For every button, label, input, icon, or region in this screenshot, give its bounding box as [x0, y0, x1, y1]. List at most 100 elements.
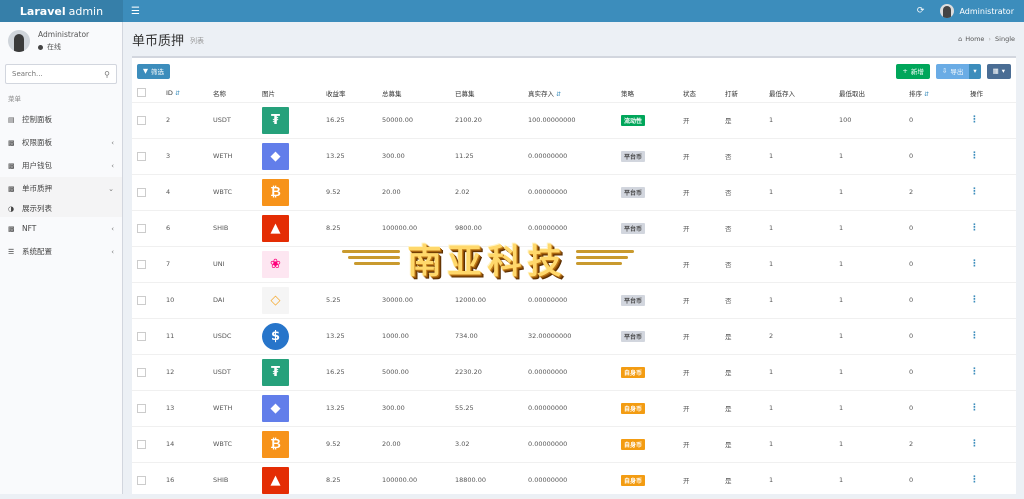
more-actions-icon[interactable]: ⋮	[970, 151, 979, 161]
cell-name: USDT	[213, 116, 231, 124]
row-checkbox[interactable]	[137, 151, 146, 161]
cell-real: 100.00000000	[528, 116, 576, 124]
eth-coin-icon[interactable]: ◆	[262, 142, 289, 170]
more-actions-icon[interactable]: ⋮	[970, 115, 979, 125]
tether-coin-icon[interactable]: ₮	[262, 358, 289, 386]
top-user-name[interactable]: Administrator	[959, 7, 1014, 16]
cell-raised: 11.25	[455, 152, 474, 160]
sidebar-item-dashboard[interactable]: ▤ 控制面板	[0, 108, 122, 131]
more-actions-icon[interactable]: ⋮	[970, 439, 979, 449]
refresh-icon[interactable]: ⟳	[917, 6, 925, 16]
strategy-badge: 自身币	[621, 366, 646, 378]
more-actions-icon[interactable]: ⋮	[970, 403, 979, 413]
cell-total: 30000.00	[382, 296, 414, 304]
cell-total: 20.00	[382, 440, 401, 448]
col-header-sort[interactable]: 排序 ⇵	[909, 84, 970, 103]
cell-min-in: 1	[769, 188, 774, 196]
uni-coin-icon[interactable]: ❀	[262, 250, 289, 278]
col-header-rate: 收益率	[326, 84, 382, 103]
usdc-coin-icon[interactable]: $	[262, 322, 289, 350]
more-actions-icon[interactable]: ⋮	[970, 331, 979, 341]
export-label: 导出	[950, 68, 964, 76]
row-checkbox[interactable]	[137, 259, 146, 269]
sidebar-item-nft[interactable]: ▩ NFT ‹	[0, 217, 122, 240]
col-header-status: 状态	[683, 84, 725, 103]
shib-coin-icon[interactable]: ▲	[262, 214, 289, 242]
sidebar-item-staking[interactable]: ▩ 单币质押 ⌄	[0, 177, 122, 200]
export-dropdown-button[interactable]: ▾	[969, 63, 981, 79]
top-avatar[interactable]	[940, 4, 955, 18]
more-actions-icon[interactable]: ⋮	[970, 475, 979, 485]
cell-id: 10	[166, 296, 175, 304]
cell-rate: 13.25	[326, 152, 345, 160]
cell-min-out: 1	[839, 224, 844, 232]
download-icon: ⇩	[941, 67, 948, 75]
cell-name: WETH	[213, 404, 233, 412]
sidebar-item-permissions[interactable]: ▩ 权限面板 ‹	[0, 131, 122, 154]
cell-status: 开	[683, 225, 690, 233]
select-all-checkbox[interactable]	[137, 88, 146, 98]
cell-sort: 0	[909, 260, 914, 268]
more-actions-icon[interactable]: ⋮	[970, 187, 979, 197]
search-input[interactable]	[12, 70, 92, 78]
cell-id: 4	[166, 188, 171, 196]
eth-coin-icon[interactable]: ◆	[262, 394, 289, 422]
more-actions-icon[interactable]: ⋮	[970, 223, 979, 233]
home-icon: ⌂	[958, 35, 963, 43]
btc-coin-icon[interactable]: ₿	[262, 178, 289, 206]
cell-rate: 9.52	[326, 188, 341, 196]
cell-id: 11	[166, 332, 175, 340]
search-icon[interactable]: ⚲	[104, 70, 110, 79]
cell-sort: 2	[909, 440, 914, 448]
row-checkbox[interactable]	[137, 367, 146, 377]
cell-min-in: 1	[769, 404, 774, 412]
filter-button[interactable]: ▼ 筛选	[137, 63, 170, 79]
breadcrumb-current: Single	[995, 35, 1015, 43]
cell-name: WBTC	[213, 188, 233, 196]
shib-coin-icon[interactable]: ▲	[262, 466, 289, 494]
row-checkbox[interactable]	[137, 115, 146, 125]
row-checkbox[interactable]	[137, 439, 146, 449]
col-header-id[interactable]: ID ⇵	[166, 84, 213, 103]
brand-bold: Laravel	[19, 4, 66, 18]
row-checkbox[interactable]	[137, 187, 146, 197]
more-actions-icon[interactable]: ⋮	[970, 367, 979, 377]
page-header: 单币质押 列表 ⌂ Home › Single	[123, 22, 1024, 56]
more-actions-icon[interactable]: ⋮	[970, 295, 979, 305]
sidebar-toggle-icon[interactable]: ☰	[131, 6, 140, 17]
cell-raised: 12000.00	[455, 296, 487, 304]
chevron-left-icon: ‹	[111, 138, 114, 147]
row-checkbox[interactable]	[137, 403, 146, 413]
sidebar-item-label: NFT	[22, 224, 37, 233]
sidebar-item-system[interactable]: ☰ 系统配置 ‹	[0, 240, 122, 263]
col-header-real[interactable]: 真实存入 ⇵	[528, 84, 621, 103]
row-checkbox[interactable]	[137, 475, 146, 485]
cell-id: 13	[166, 404, 175, 412]
btc-coin-icon[interactable]: ₿	[262, 430, 289, 458]
col-header-image: 图片	[262, 84, 326, 103]
strategy-badge: 平台币	[621, 186, 646, 198]
cell-min-out: 1	[839, 260, 844, 268]
col-header-min-in: 最低存入	[769, 84, 839, 103]
breadcrumb-home[interactable]: Home	[965, 35, 984, 43]
sidebar-item-show-list[interactable]: ◑ 展示列表	[0, 200, 122, 217]
breadcrumb: ⌂ Home › Single	[958, 35, 1015, 43]
columns-button[interactable]: ▦ ▾	[986, 63, 1011, 79]
briefcase-icon: ▩	[8, 138, 15, 147]
col-header-name: 名称	[213, 84, 262, 103]
brand-logo[interactable]: Laravel admin	[0, 0, 123, 22]
row-checkbox[interactable]	[137, 223, 146, 233]
cell-ipo: 否	[725, 225, 732, 233]
sidebar-item-wallet[interactable]: ▩ 用户钱包 ‹	[0, 154, 122, 177]
cell-id: 6	[166, 224, 171, 232]
new-button[interactable]: + 新增	[896, 63, 930, 79]
row-checkbox[interactable]	[137, 331, 146, 341]
row-checkbox[interactable]	[137, 295, 146, 305]
cell-real: 32.00000000	[528, 332, 572, 340]
dai-coin-icon[interactable]: ◇	[262, 286, 289, 314]
more-actions-icon[interactable]: ⋮	[970, 259, 979, 269]
export-button[interactable]: ⇩ 导出	[935, 63, 970, 79]
cell-status: 开	[683, 333, 690, 341]
tether-coin-icon[interactable]: ₮	[262, 106, 289, 134]
sort-icon: ⇵	[174, 89, 180, 97]
